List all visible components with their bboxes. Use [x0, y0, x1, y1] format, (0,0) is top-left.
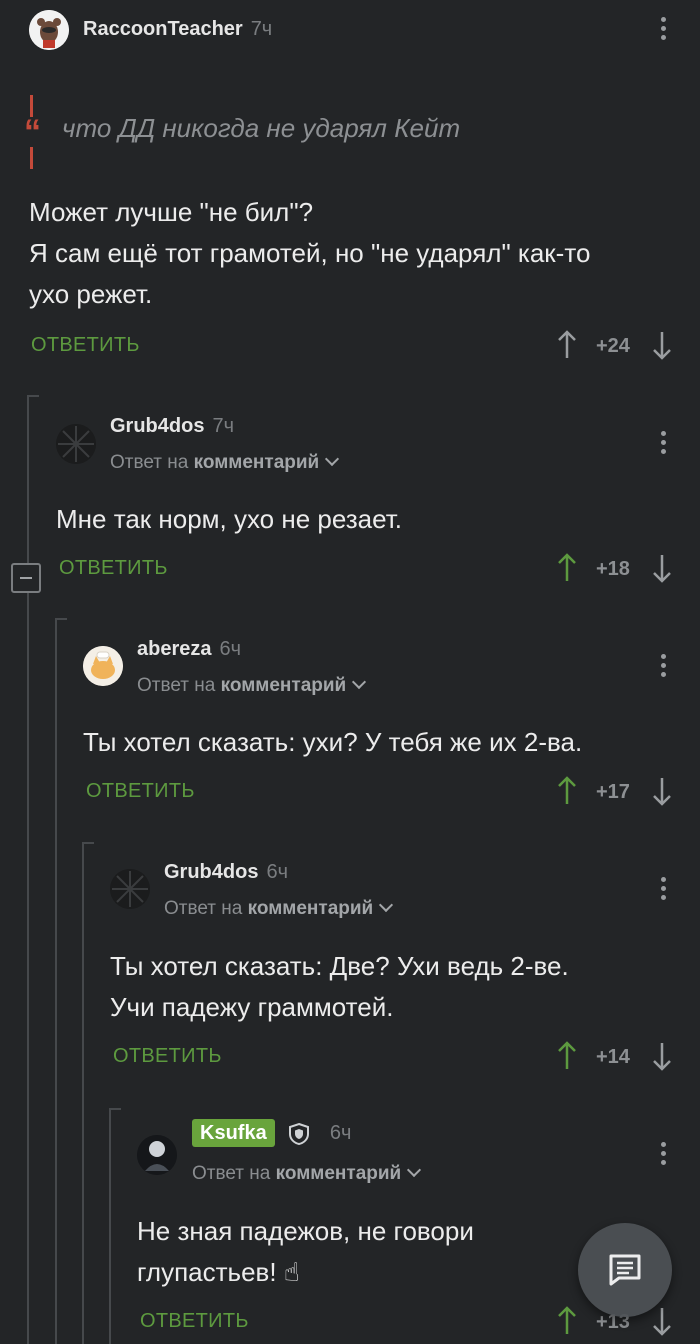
comment-options-button[interactable]	[661, 431, 667, 458]
quote-block: “ что ДД никогда не ударял Кейт	[24, 95, 670, 170]
thread-line	[27, 395, 29, 1344]
rating: +17	[596, 781, 630, 803]
arrow-down-icon[interactable]	[652, 553, 672, 583]
author-name[interactable]: abereza 6ч	[137, 638, 241, 661]
arrow-down-icon[interactable]	[652, 1306, 672, 1336]
arrow-down-icon[interactable]	[652, 330, 672, 360]
avatar[interactable]	[137, 1135, 177, 1175]
reply-button[interactable]: ОТВЕТИТЬ	[59, 557, 168, 580]
rating: +14	[596, 1046, 630, 1068]
comment-time: 6ч	[266, 861, 288, 883]
comment-options-button[interactable]	[661, 877, 667, 904]
collapse-thread-button[interactable]	[11, 563, 41, 593]
arrow-up-icon[interactable]	[557, 1041, 577, 1071]
comment-options-button[interactable]	[661, 654, 667, 681]
comment-options-button[interactable]	[661, 1142, 667, 1169]
reply-to-link[interactable]: Ответ на комментарий	[192, 1162, 422, 1185]
rating: +24	[596, 335, 630, 357]
arrow-down-icon[interactable]	[652, 776, 672, 806]
avatar[interactable]	[29, 10, 69, 50]
comment-text: Может лучше "не бил"? Я сам ещё тот грам…	[29, 197, 591, 309]
raccoon-avatar-icon	[29, 10, 69, 50]
umbrella-avatar-icon	[56, 424, 96, 464]
arrow-up-icon[interactable]	[557, 553, 577, 583]
reply-to-link[interactable]: Ответ на комментарий	[137, 674, 367, 697]
arrow-down-icon[interactable]	[652, 1041, 672, 1071]
arrow-up-icon[interactable]	[557, 330, 577, 360]
comment-time: 7ч	[250, 18, 273, 40]
quote-text: что ДД никогда не ударял Кейт	[62, 113, 461, 143]
cat-avatar-icon	[83, 646, 123, 686]
comment-time: 6ч	[219, 638, 242, 660]
umbrella-avatar-icon	[110, 869, 150, 909]
chat-fab-button[interactable]	[578, 1223, 672, 1317]
thread-line	[82, 842, 84, 1344]
comment-time: 6ч	[329, 1122, 352, 1145]
thread-branch	[109, 1108, 121, 1110]
comment-options-button[interactable]	[661, 17, 667, 44]
comment-text: Ты хотел сказать: ухи? У тебя же их 2-ва…	[83, 727, 583, 757]
comment-text: Ты хотел сказать: Две? Ухи ведь 2-ве. Уч…	[110, 951, 569, 1022]
chat-bubble-icon	[609, 1254, 641, 1286]
author-badge[interactable]: Ksufka	[192, 1119, 275, 1148]
thread-branch	[82, 842, 94, 844]
reply-button[interactable]: ОТВЕТИТЬ	[31, 334, 140, 357]
avatar[interactable]	[83, 646, 123, 686]
thread-line	[109, 1108, 111, 1344]
avatar[interactable]	[56, 424, 96, 464]
author-name[interactable]: RaccoonTeacher 7ч	[83, 18, 272, 41]
author-name[interactable]: Grub4dos 7ч	[110, 415, 234, 438]
minus-icon	[20, 577, 32, 579]
chevron-down-icon	[379, 897, 394, 913]
reply-button[interactable]: ОТВЕТИТЬ	[140, 1310, 249, 1333]
thread-branch	[27, 395, 39, 397]
comment-text: Не зная падежов, не говори глупастьев! ☝	[137, 1216, 474, 1287]
reply-button[interactable]: ОТВЕТИТЬ	[113, 1045, 222, 1068]
comment-time: 7ч	[212, 415, 234, 437]
reply-to-link[interactable]: Ответ на комментарий	[164, 897, 394, 920]
rating: +18	[596, 558, 630, 580]
arrow-up-icon[interactable]	[557, 1306, 577, 1336]
thread-branch	[55, 618, 67, 620]
chevron-down-icon	[352, 674, 367, 690]
reply-to-link[interactable]: Ответ на комментарий	[110, 451, 340, 474]
reply-button[interactable]: ОТВЕТИТЬ	[86, 780, 195, 803]
chevron-down-icon	[325, 451, 340, 467]
author-name[interactable]: Grub4dos 6ч	[164, 861, 288, 884]
moon-avatar-icon	[137, 1135, 177, 1175]
quote-icon: “	[24, 113, 41, 151]
thread-line	[55, 618, 57, 1344]
shield-icon	[289, 1122, 310, 1146]
arrow-up-icon[interactable]	[557, 776, 577, 806]
avatar[interactable]	[110, 869, 150, 909]
chevron-down-icon	[407, 1162, 422, 1178]
comment-text: Мне так норм, ухо не резает.	[56, 504, 402, 534]
author-name[interactable]: Ksufka 6ч	[192, 1119, 352, 1148]
